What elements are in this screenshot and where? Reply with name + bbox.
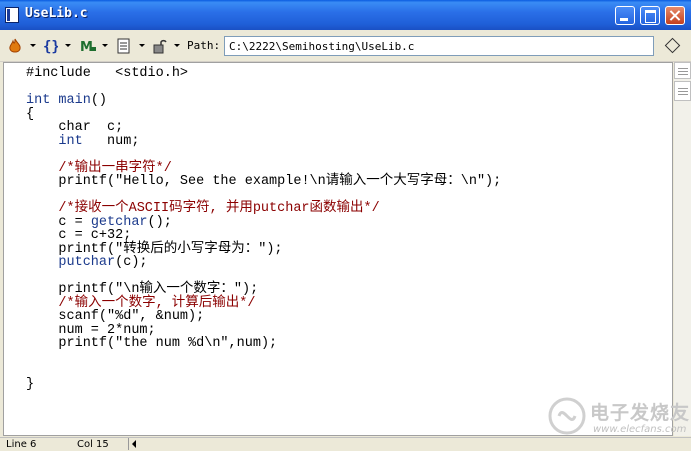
code-line[interactable]: printf("\n输入一个数字："); <box>26 283 501 297</box>
code-line[interactable]: putchar(c); <box>26 256 501 270</box>
code-line[interactable]: c = c+32; <box>26 229 501 243</box>
document-icon <box>5 7 19 23</box>
code-line[interactable]: ​ <box>26 351 501 365</box>
watermark-text: 电子发烧友 <box>590 402 691 424</box>
code-line[interactable]: /*输出一串字符*/ <box>26 161 501 176</box>
code-line[interactable]: printf("the num %d\n",num); <box>26 337 501 351</box>
column-indicator: Col 15 <box>77 439 109 450</box>
code-editor[interactable]: #include <stdio.h>​int main(){ char c; i… <box>3 62 673 436</box>
code-line[interactable]: ​ <box>26 81 501 95</box>
code-line[interactable]: ​ <box>26 148 501 162</box>
code-line[interactable]: /*输入一个数字, 计算后输出*/ <box>26 296 501 311</box>
scroll-thumb[interactable] <box>674 81 691 101</box>
title-bar: UseLib.c <box>0 0 691 30</box>
braces-icon[interactable]: {} <box>42 38 58 54</box>
code-line[interactable]: c = getchar(); <box>26 215 501 230</box>
path-field[interactable]: C:\2222\Semihosting\UseLib.c <box>224 36 654 56</box>
watermark: 电子发烧友 www.elecfans.com <box>545 392 690 442</box>
watermark-logo-icon <box>548 397 586 435</box>
minimize-button[interactable] <box>615 6 635 25</box>
code-line[interactable]: ​ <box>26 364 501 378</box>
code-line[interactable]: } <box>26 377 501 392</box>
m-icon[interactable]: M <box>79 38 97 54</box>
maximize-button[interactable] <box>640 6 660 25</box>
scroll-up-button[interactable] <box>674 62 691 79</box>
chevron-down-icon[interactable] <box>65 44 71 47</box>
svg-text:M: M <box>80 40 93 54</box>
diamond-icon[interactable] <box>664 37 681 54</box>
line-indicator: Line 6 <box>6 439 37 450</box>
code-line[interactable]: ​ <box>26 189 501 203</box>
scroll-left-button[interactable] <box>128 438 141 450</box>
lock-icon[interactable] <box>153 38 167 54</box>
flame-icon[interactable] <box>8 38 22 54</box>
chevron-down-icon[interactable] <box>139 44 145 47</box>
code-line[interactable]: char c; <box>26 121 501 135</box>
code-line[interactable]: { <box>26 107 501 122</box>
code-line[interactable]: int main() <box>26 94 501 108</box>
watermark-url: www.elecfans.com <box>593 424 687 435</box>
code-line[interactable]: #include <stdio.h> <box>26 67 501 81</box>
code-line[interactable]: ​ <box>26 270 501 284</box>
code-line[interactable]: printf("转换后的小写字母为："); <box>26 242 501 257</box>
code-line[interactable]: scanf("%d", &num); <box>26 310 501 324</box>
path-label: Path: <box>187 39 221 52</box>
code-line[interactable]: int num; <box>26 134 501 149</box>
source-code[interactable]: #include <stdio.h>​int main(){ char c; i… <box>26 67 501 391</box>
window-title: UseLib.c <box>25 6 88 21</box>
svg-text:{}: {} <box>43 39 58 54</box>
code-line[interactable]: num = 2*num; <box>26 323 501 338</box>
chevron-down-icon[interactable] <box>30 44 36 47</box>
document-icon[interactable] <box>117 38 131 54</box>
close-button[interactable] <box>665 6 685 25</box>
chevron-down-icon[interactable] <box>174 44 180 47</box>
chevron-down-icon[interactable] <box>102 44 108 47</box>
code-line[interactable]: /*接收一个ASCII码字符, 并用putchar函数输出*/ <box>26 202 501 216</box>
code-line[interactable]: printf("Hello, See the example!\n请输入一个大写… <box>26 175 501 189</box>
vertical-scrollbar[interactable] <box>674 62 691 436</box>
toolbar: {} M Path: C:\2222\Semihosting\UseLib.c <box>0 30 691 62</box>
